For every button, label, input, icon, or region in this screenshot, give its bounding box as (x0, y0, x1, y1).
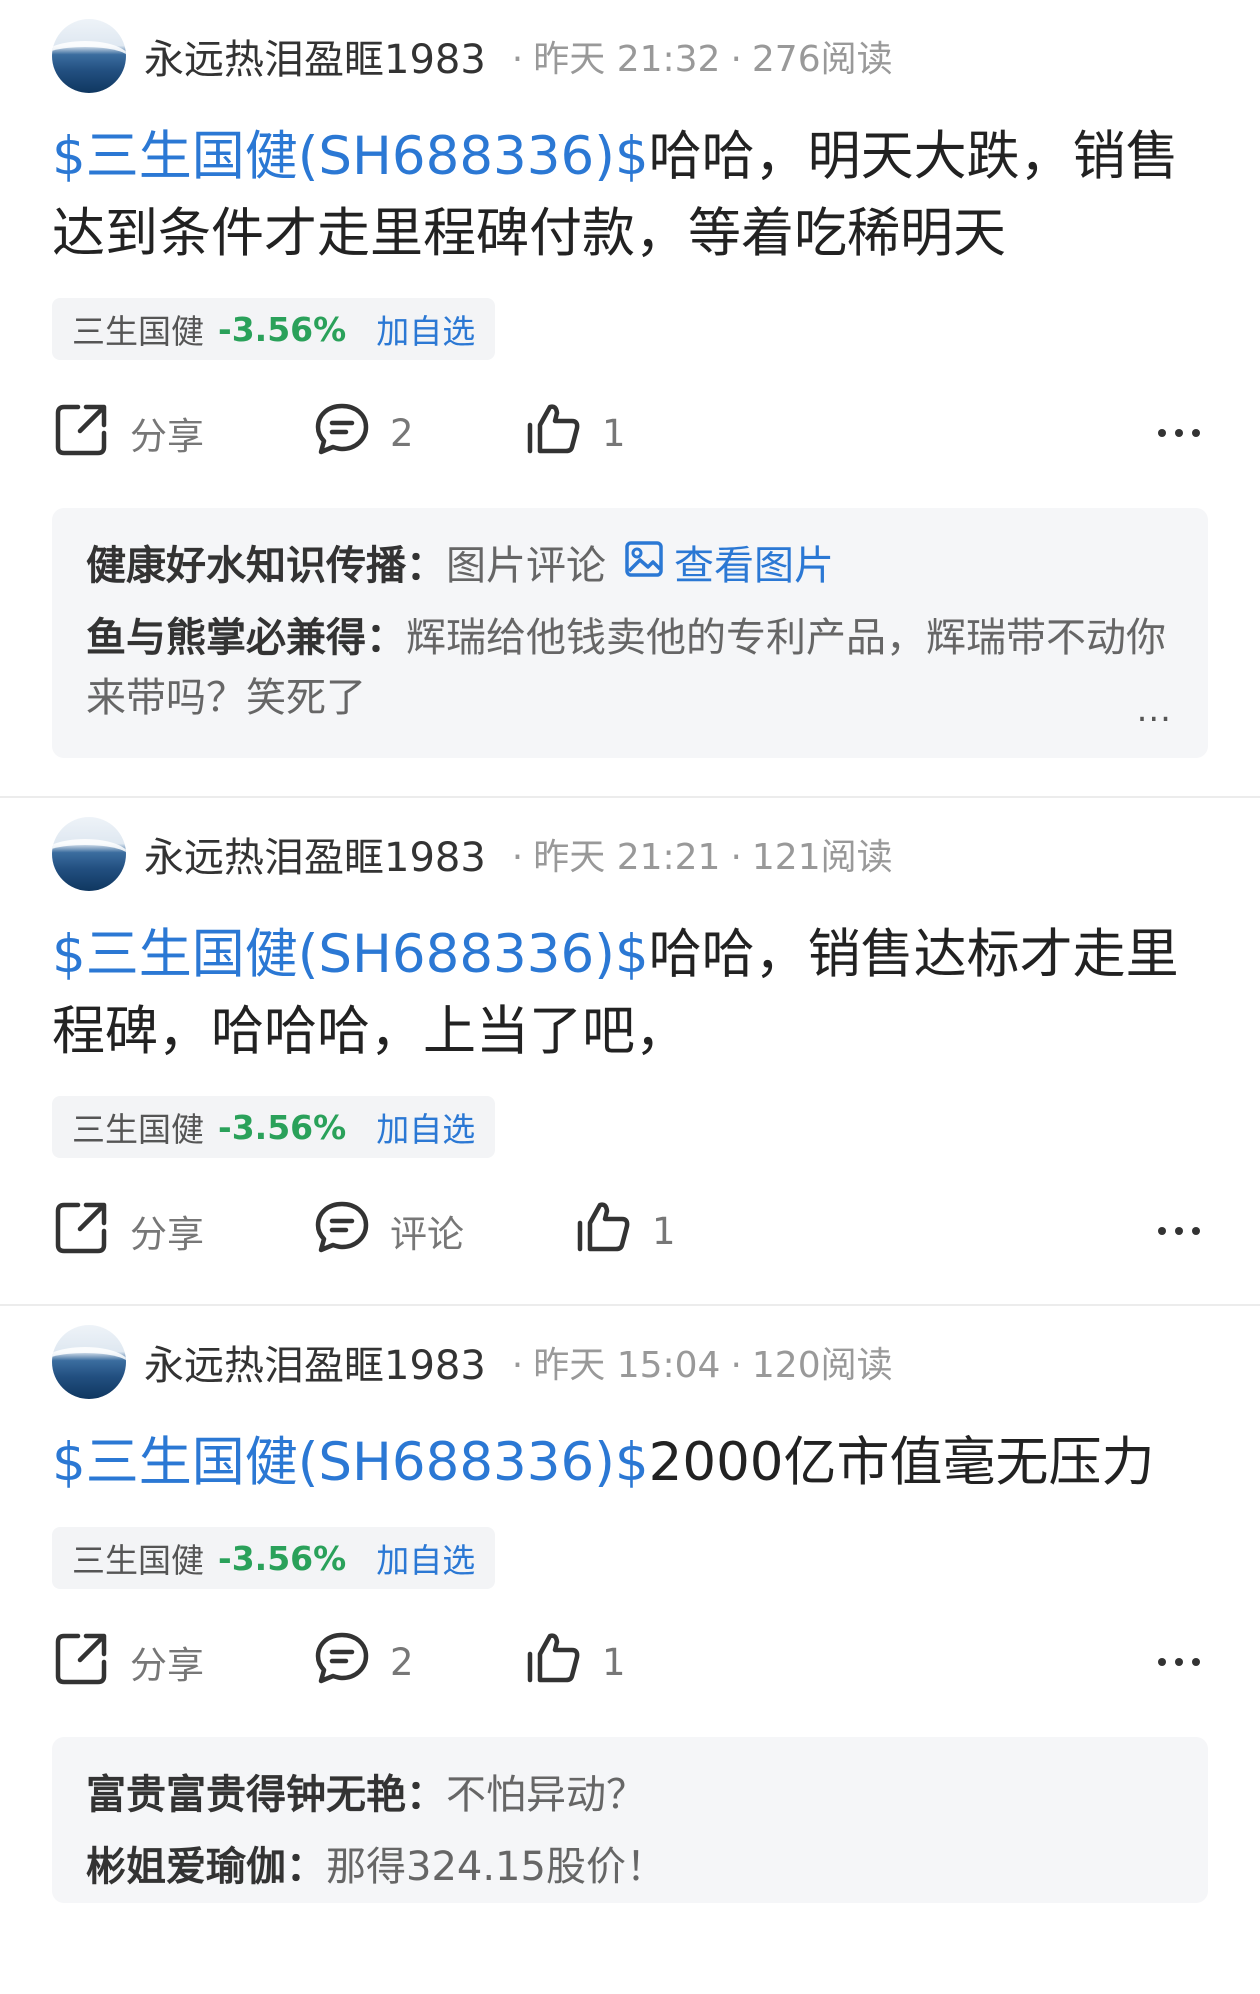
like-button[interactable]: 1 (524, 399, 724, 468)
more-icon[interactable] (1149, 1227, 1200, 1235)
avatar[interactable] (52, 817, 126, 891)
commenter-name[interactable]: 健康好水知识传播： (86, 543, 446, 589)
like-count: 1 (602, 1640, 626, 1684)
stock-tag-link[interactable]: $三生国健(SH688336)$ (52, 924, 649, 985)
commenter-name[interactable]: 彬姐爱瑜伽： (86, 1844, 326, 1890)
avatar[interactable] (52, 1325, 126, 1399)
like-button[interactable]: 1 (524, 1628, 724, 1697)
comment-text: 图片评论 (446, 543, 606, 589)
post: 永远热泪盈眶1983 · 昨天 21:21 · 121阅读 $三生国健(SH68833… (0, 798, 1260, 1306)
more-comments-ellipsis[interactable]: ... (1137, 690, 1172, 730)
stock-chip-change: -3.56% (218, 309, 347, 349)
stock-chip[interactable]: 三生国健 -3.56% 加自选 (52, 1096, 496, 1158)
comment-label: 评论 (390, 1213, 464, 1256)
avatar[interactable] (52, 19, 126, 93)
action-bar: 分享 评论 1 (52, 1196, 1208, 1266)
add-watchlist-button[interactable]: 加自选 (376, 1534, 475, 1582)
comment-item[interactable]: 健康好水知识传播：图片评论 查看图片 (86, 530, 1176, 602)
share-button[interactable]: 分享 (52, 1628, 312, 1697)
post-meta: · 昨天 21:21 · 121阅读 (511, 837, 893, 878)
stock-chip-name: 三生国健 (72, 1541, 204, 1580)
comment-item[interactable]: 富贵富贵得钟无艳：不怕异动？ (86, 1759, 1176, 1831)
share-icon (52, 1197, 112, 1266)
stock-chip-change: -3.56% (218, 1538, 347, 1578)
view-image-link[interactable]: 查看图片 (624, 536, 834, 596)
stock-chip-name: 三生国健 (72, 1110, 204, 1149)
post-header: 永远热泪盈眶1983 · 昨天 21:21 · 121阅读 (52, 817, 1208, 891)
post: 永远热泪盈眶1983 · 昨天 21:32 · 276阅读 $三生国健(SH68833… (0, 0, 1260, 798)
author-name[interactable]: 永远热泪盈眶1983 (144, 27, 486, 85)
comment-icon (312, 1197, 372, 1266)
comment-preview[interactable]: 健康好水知识传播：图片评论 查看图片 鱼与熊掌必兼得：辉瑞给他钱卖他的专利产品，辉… (52, 508, 1208, 758)
comment-preview[interactable]: 富贵富贵得钟无艳：不怕异动？ 彬姐爱瑜伽：那得324.15股价！ (52, 1737, 1208, 1903)
image-icon (624, 536, 674, 596)
commenter-name[interactable]: 富贵富贵得钟无艳： (86, 1772, 446, 1818)
post-header: 永远热泪盈眶1983 · 昨天 15:04 · 120阅读 (52, 1325, 1208, 1399)
post-time: 昨天 21:32 (533, 39, 721, 80)
post-content[interactable]: $三生国健(SH688336)$哈哈，明天大跌，销售达到条件才走里程碑付款，等着… (52, 118, 1208, 272)
post-time: 昨天 15:04 (533, 1345, 721, 1386)
like-icon (524, 399, 584, 468)
more-icon[interactable] (1149, 429, 1200, 437)
share-label: 分享 (130, 1644, 204, 1687)
comment-item[interactable]: 鱼与熊掌必兼得：辉瑞给他钱卖他的专利产品，辉瑞带不动你来带吗？笑死了 (86, 602, 1176, 734)
author-name[interactable]: 永远热泪盈眶1983 (144, 825, 486, 883)
stock-tag-link[interactable]: $三生国健(SH688336)$ (52, 126, 649, 187)
author-name[interactable]: 永远热泪盈眶1983 (144, 1333, 486, 1391)
share-label: 分享 (130, 415, 204, 458)
post-meta: · 昨天 15:04 · 120阅读 (511, 1345, 893, 1386)
share-label: 分享 (130, 1213, 204, 1256)
stock-chip[interactable]: 三生国健 -3.56% 加自选 (52, 1527, 496, 1589)
like-count: 1 (652, 1209, 676, 1253)
comment-button[interactable]: 2 (312, 1628, 524, 1697)
stock-chip[interactable]: 三生国健 -3.56% 加自选 (52, 298, 496, 360)
commenter-name[interactable]: 鱼与熊掌必兼得： (86, 615, 406, 661)
view-image-label: 查看图片 (674, 543, 834, 589)
like-icon (524, 1628, 584, 1697)
feed: 永远热泪盈眶1983 · 昨天 21:32 · 276阅读 $三生国健(SH68833… (0, 0, 1260, 1941)
comment-text: 不怕异动？ (446, 1772, 646, 1818)
post-content[interactable]: $三生国健(SH688336)$哈哈，销售达标才走里程碑，哈哈哈，上当了吧， (52, 916, 1208, 1070)
read-count: 276阅读 (751, 39, 893, 80)
share-button[interactable]: 分享 (52, 399, 312, 468)
comment-item[interactable]: 彬姐爱瑜伽：那得324.15股价！ (86, 1831, 1176, 1903)
add-watchlist-button[interactable]: 加自选 (376, 1103, 475, 1151)
post: 永远热泪盈眶1983 · 昨天 15:04 · 120阅读 $三生国健(SH68833… (0, 1306, 1260, 1941)
comment-button[interactable]: 2 (312, 399, 524, 468)
read-count: 120阅读 (751, 1345, 893, 1386)
post-meta: · 昨天 21:32 · 276阅读 (511, 39, 893, 80)
comment-text: 那得324.15股价！ (326, 1844, 666, 1890)
more-icon[interactable] (1149, 1658, 1200, 1666)
share-icon (52, 399, 112, 468)
read-count: 121阅读 (751, 837, 893, 878)
stock-tag-link[interactable]: $三生国健(SH688336)$ (52, 1432, 649, 1493)
action-bar: 分享 2 1 (52, 398, 1208, 468)
post-text: 2000亿市值毫无压力 (648, 1432, 1155, 1493)
stock-chip-name: 三生国健 (72, 312, 204, 351)
post-header: 永远热泪盈眶1983 · 昨天 21:32 · 276阅读 (52, 19, 1208, 93)
share-button[interactable]: 分享 (52, 1197, 312, 1266)
action-bar: 分享 2 1 (52, 1627, 1208, 1697)
like-count: 1 (602, 411, 626, 455)
comment-count: 2 (390, 1640, 414, 1684)
share-icon (52, 1628, 112, 1697)
like-icon (574, 1197, 634, 1266)
post-time: 昨天 21:21 (533, 837, 721, 878)
comment-count: 2 (390, 411, 414, 455)
comment-button[interactable]: 评论 (312, 1197, 574, 1266)
add-watchlist-button[interactable]: 加自选 (376, 305, 475, 353)
stock-chip-change: -3.56% (218, 1107, 347, 1147)
comment-icon (312, 399, 372, 468)
like-button[interactable]: 1 (574, 1197, 774, 1266)
comment-icon (312, 1628, 372, 1697)
post-content[interactable]: $三生国健(SH688336)$2000亿市值毫无压力 (52, 1424, 1208, 1501)
